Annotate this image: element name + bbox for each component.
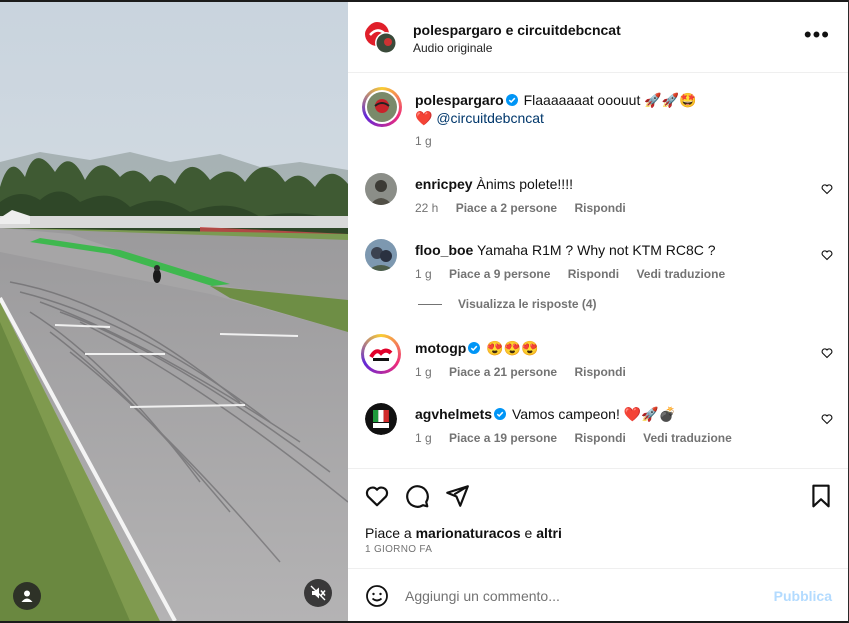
see-translation-button[interactable]: Vedi traduzione (643, 431, 732, 445)
post-video[interactable] (0, 2, 348, 621)
comment-text: floo_boe Yamaha R1M ? Why not KTM RC8C ? (415, 241, 805, 259)
comment-body: Ànims polete!!!! (476, 176, 573, 192)
comment-username[interactable]: floo_boe (415, 242, 473, 258)
comment-username[interactable]: enricpey (415, 176, 473, 192)
more-options-icon[interactable]: ••• (804, 24, 830, 46)
reply-button[interactable]: Rispondi (574, 431, 625, 445)
comment-username[interactable]: agvhelmets (415, 406, 492, 422)
caption-avatar-ring[interactable] (362, 87, 402, 127)
verified-badge-icon (505, 94, 518, 106)
reply-button[interactable]: Rispondi (568, 267, 619, 281)
comment-text: enricpey Ànims polete!!!! (415, 175, 805, 193)
agv-logo-icon (365, 403, 397, 435)
avatar-image (365, 239, 397, 271)
comment-text: motogp 😍😍😍 (415, 339, 805, 357)
caption-body: Flaaaaaaat ooouut 🚀🚀🤩 (523, 92, 697, 108)
like-comment-heart-icon[interactable] (821, 413, 833, 425)
comment-avatar[interactable] (365, 173, 397, 205)
audio-label[interactable]: Audio originale (413, 41, 492, 55)
comment-body: 😍😍😍 (486, 340, 539, 356)
save-bookmark-icon[interactable] (808, 483, 834, 509)
like-comment-heart-icon[interactable] (821, 249, 833, 261)
comment-time[interactable]: 22 h (415, 201, 438, 215)
comment-bubble-icon[interactable] (404, 483, 430, 509)
comment-input[interactable]: Aggiungi un commento... (405, 588, 560, 604)
share-paper-plane-icon[interactable] (444, 483, 470, 509)
comment-avatar[interactable] (365, 403, 397, 435)
comments-list: polespargaro Flaaaaaaat ooouut 🚀🚀🤩 ❤️ @c… (348, 73, 848, 468)
like-comment-heart-icon[interactable] (821, 183, 833, 195)
post-header: polespargaro e circuitdebcncat Audio ori… (348, 2, 848, 73)
comment-meta: 1 g Piace a 21 persone Rispondi (415, 365, 640, 379)
replies-divider (418, 303, 442, 305)
motorcycle (153, 265, 161, 283)
view-replies-button[interactable]: Visualizza le risposte (4) (418, 297, 597, 311)
view-replies-label: Visualizza le risposte (4) (458, 297, 597, 311)
comment-body: Yamaha R1M ? Why not KTM RC8C ? (476, 242, 716, 258)
post-comment-button[interactable]: Pubblica (774, 588, 832, 604)
comment-time[interactable]: 1 g (415, 365, 432, 379)
comment-likes-link[interactable]: Piace a 21 persone (449, 365, 557, 379)
comment-likes-link[interactable]: Piace a 9 persone (449, 267, 550, 281)
caption-username[interactable]: polespargaro (415, 92, 504, 108)
like-comment-heart-icon[interactable] (821, 347, 833, 359)
see-translation-button[interactable]: Vedi traduzione (636, 267, 725, 281)
motogp-logo-icon (366, 339, 396, 369)
caption-time[interactable]: 1 g (415, 134, 432, 148)
mute-button[interactable] (304, 579, 332, 607)
likes-prefix: Piace a (365, 525, 416, 541)
caption-mention-link[interactable]: @circuitdebcncat (436, 110, 544, 126)
collab-avatars[interactable] (364, 21, 398, 55)
likes-summary: Piace a marionaturacos e altri (365, 525, 562, 541)
reply-button[interactable]: Rispondi (574, 365, 625, 379)
comment-avatar-ring[interactable] (361, 334, 401, 374)
comment-meta: 1 g Piace a 19 persone Rispondi Vedi tra… (415, 431, 746, 445)
muted-speaker-icon (310, 585, 326, 601)
comment-meta: 22 h Piace a 2 persone Rispondi (415, 201, 640, 215)
verified-badge-icon (468, 342, 481, 354)
avatar-image (365, 173, 397, 205)
likes-middle: e (520, 525, 537, 541)
avatar-image (367, 92, 397, 122)
heart-emoji: ❤️ (415, 110, 433, 126)
post-side-panel: polespargaro e circuitdebcncat Audio ori… (348, 2, 848, 621)
comment-likes-link[interactable]: Piace a 19 persone (449, 431, 557, 445)
race-track-image (0, 2, 348, 621)
reply-button[interactable]: Rispondi (574, 201, 625, 215)
comment-username[interactable]: motogp (415, 340, 466, 356)
post-date[interactable]: 1 GIORNO FA (365, 544, 432, 555)
other-likers-link[interactable]: altri (536, 525, 562, 541)
comment-time[interactable]: 1 g (415, 267, 432, 281)
comment-text: agvhelmets Vamos campeon! ❤️🚀💣 (415, 405, 805, 423)
emoji-picker-icon[interactable] (365, 584, 389, 608)
comment-body: Vamos campeon! ❤️🚀💣 (511, 406, 677, 422)
avatar-image (365, 22, 397, 54)
comment-avatar[interactable] (365, 239, 397, 271)
liker-username-link[interactable]: marionaturacos (416, 525, 521, 541)
instagram-post-modal: polespargaro e circuitdebcncat Audio ori… (0, 0, 849, 623)
comment-time[interactable]: 1 g (415, 431, 432, 445)
post-header-title[interactable]: polespargaro e circuitdebcncat (413, 22, 621, 38)
tagged-users-button[interactable] (13, 582, 41, 610)
caption-text: polespargaro Flaaaaaaat ooouut 🚀🚀🤩 ❤️ @c… (415, 91, 805, 127)
comment-meta: 1 g Piace a 9 persone Rispondi Vedi trad… (415, 267, 739, 281)
verified-badge-icon (494, 408, 507, 420)
add-comment-bar: Aggiungi un commento... Pubblica (348, 568, 848, 622)
like-heart-icon[interactable] (364, 483, 390, 509)
comment-likes-link[interactable]: Piace a 2 persone (456, 201, 557, 215)
post-action-bar (348, 468, 848, 524)
user-icon (21, 590, 33, 602)
caption-meta: 1 g (415, 134, 446, 148)
